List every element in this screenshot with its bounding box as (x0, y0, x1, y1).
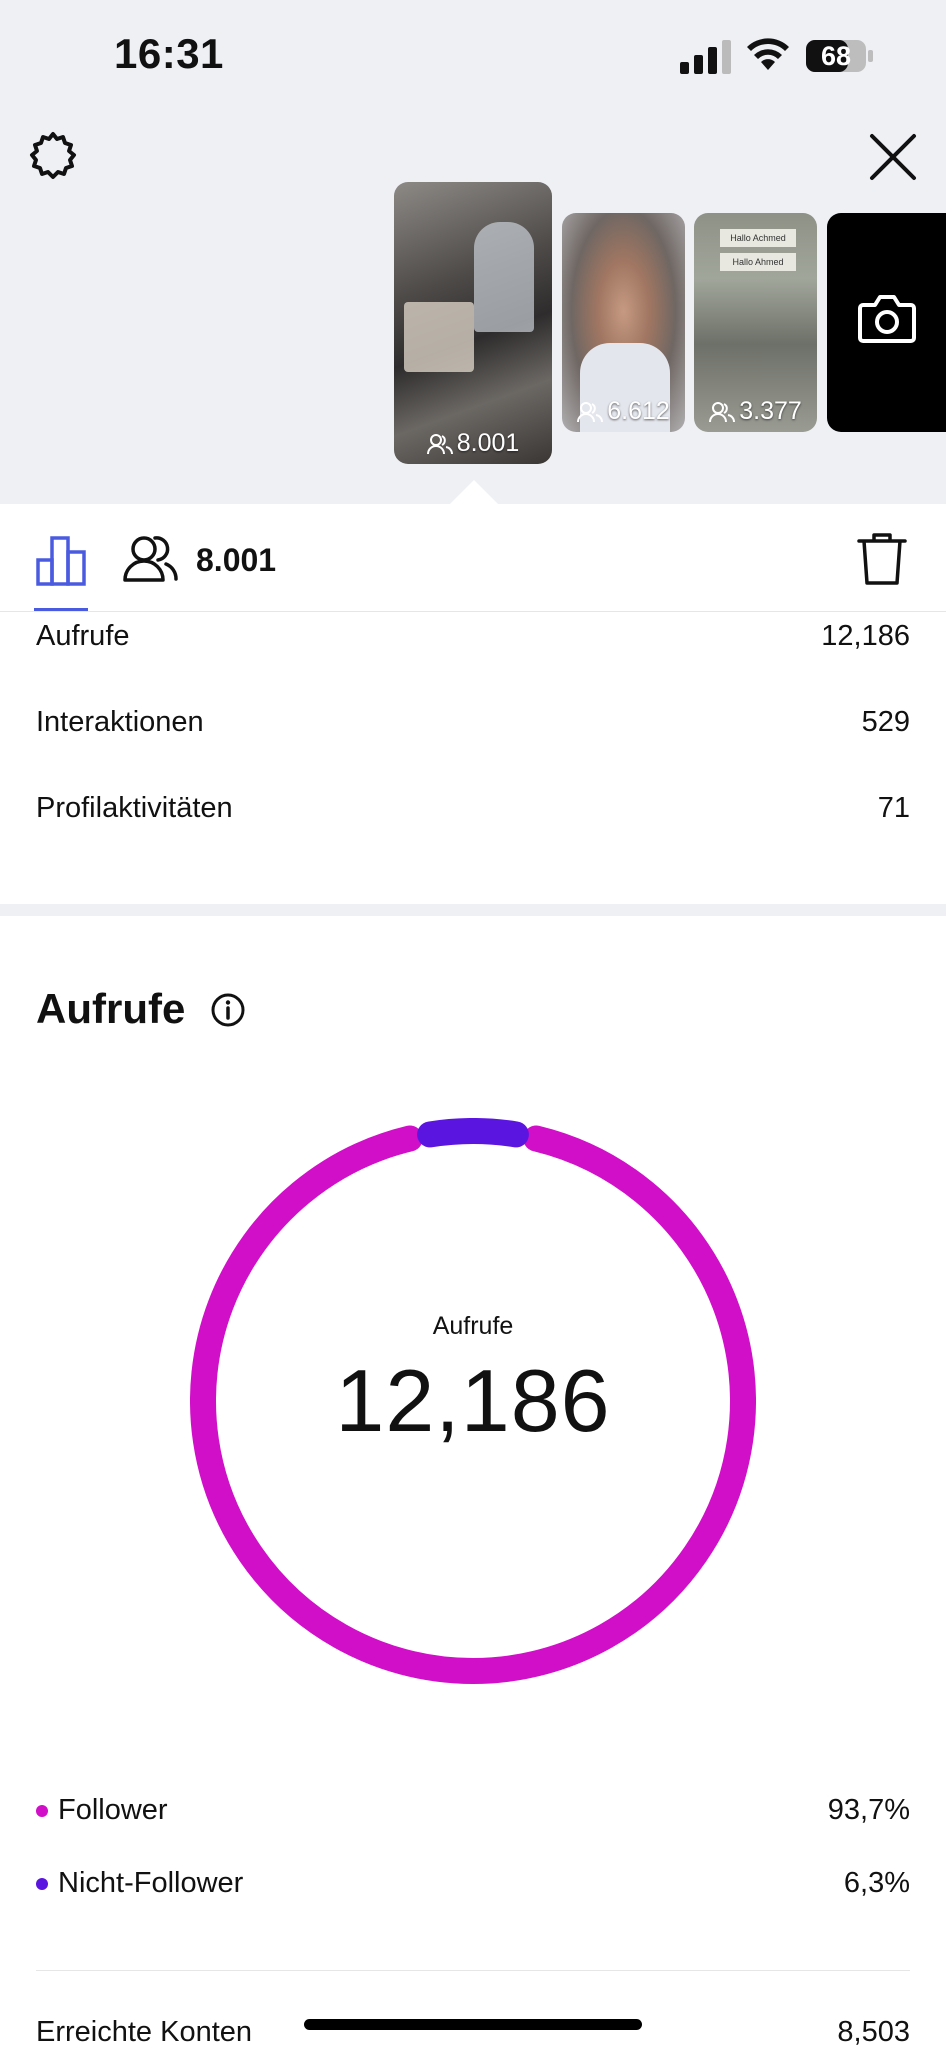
legend-dot (36, 1804, 48, 1817)
active-tab-indicator (34, 608, 88, 611)
people-icon (709, 401, 736, 422)
story-note: Hallo Ahmed (720, 253, 796, 271)
people-icon[interactable] (122, 532, 178, 584)
reach-count[interactable]: 8.001 (196, 542, 276, 579)
insights-tabs: 8.001 (0, 504, 946, 612)
selection-pointer (450, 480, 498, 504)
story-reach-count: 3.377 (694, 397, 817, 426)
metric-value: 12,186 (821, 620, 910, 652)
people-icon (577, 401, 604, 422)
metric-row-views: Aufrufe 12,186 (36, 620, 910, 653)
legend-label: Follower (58, 1794, 168, 1826)
trash-icon[interactable] (856, 532, 908, 586)
settings-gear-icon[interactable] (26, 130, 80, 184)
metric-value: 8,503 (837, 2016, 910, 2048)
status-time: 16:31 (114, 30, 224, 77)
legend-value: 93,7% (827, 1794, 910, 1826)
metric-value: 71 (877, 792, 910, 824)
home-indicator (304, 2019, 642, 2030)
donut-slice-non-follower (417, 1118, 529, 1148)
metric-row-interactions: Interaktionen 529 (36, 706, 910, 739)
battery-icon: 68 (805, 38, 875, 74)
add-story-camera-button[interactable] (827, 213, 946, 432)
close-icon[interactable] (868, 132, 918, 182)
story-thumbnail[interactable]: 6.612 (562, 213, 685, 432)
legend-dot (36, 1877, 48, 1890)
section-title: Aufrufe (36, 985, 186, 1032)
story-picker-area: 16:31 68 8.001 6.612 Hallo Achmed Hallo … (0, 0, 946, 504)
camera-icon (858, 295, 916, 343)
metric-label: Interaktionen (36, 706, 204, 738)
people-icon (426, 433, 453, 454)
story-thumbnail-selected[interactable]: 8.001 (394, 182, 552, 464)
bar-chart-icon[interactable] (36, 534, 88, 586)
metric-label: Erreichte Konten (36, 2016, 253, 2048)
legend-value: 6,3% (843, 1867, 910, 1899)
metric-row-profile-activity: Profilaktivitäten 71 (36, 792, 910, 825)
story-reach-count: 6.612 (562, 397, 685, 426)
story-thumbnail[interactable]: Hallo Achmed Hallo Ahmed 3.377 (694, 213, 817, 432)
metric-label: Profilaktivitäten (36, 792, 233, 824)
legend-row-follower: Follower 93,7% (36, 1794, 910, 1827)
battery-level: 68 (820, 41, 852, 71)
row-divider (36, 1970, 910, 1971)
story-note: Hallo Achmed (720, 229, 796, 247)
info-icon[interactable] (210, 992, 246, 1028)
status-bar: 16:31 68 (0, 0, 946, 110)
donut-center-value: 12,186 (335, 1351, 611, 1450)
wifi-icon (747, 38, 789, 70)
legend-label: Nicht-Follower (58, 1867, 244, 1899)
cellular-signal-icon (680, 40, 731, 74)
metric-label: Aufrufe (36, 620, 130, 652)
metric-value: 529 (861, 706, 910, 738)
legend-row-non-follower: Nicht-Follower 6,3% (36, 1867, 910, 1900)
story-reach-count: 8.001 (394, 429, 552, 458)
donut-center-label: Aufrufe (432, 1312, 514, 1340)
section-divider (0, 904, 946, 916)
